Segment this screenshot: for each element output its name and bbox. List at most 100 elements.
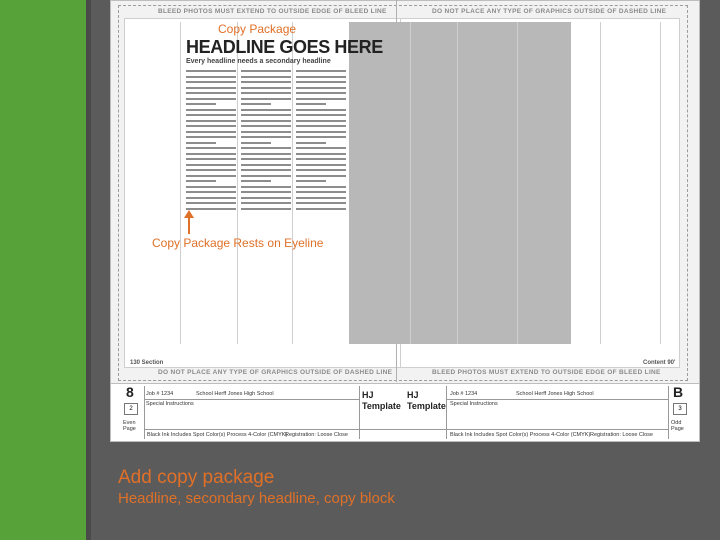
left-page-label: Even Page xyxy=(123,420,136,432)
arrow-shaft xyxy=(188,216,190,234)
copy-text-line xyxy=(241,174,291,177)
copy-text-line xyxy=(296,75,346,78)
copy-block-column xyxy=(296,70,346,212)
right-signature-letter: B xyxy=(673,384,684,400)
right-special-instructions: Special Instructions xyxy=(450,401,498,407)
copy-text-line xyxy=(186,185,236,188)
column-guide xyxy=(600,22,601,344)
copy-text-line xyxy=(296,103,326,105)
column-guide xyxy=(292,22,293,344)
left-school-name: School Herff Jones High School xyxy=(196,391,274,397)
copy-text-line xyxy=(296,119,346,122)
copy-text-line xyxy=(186,86,236,89)
copy-text-line xyxy=(296,163,346,166)
copy-text-line xyxy=(241,108,291,111)
copy-text-line xyxy=(186,70,236,72)
left-special-instructions: Special Instructions xyxy=(146,401,194,407)
copy-text-line xyxy=(241,196,291,199)
copy-text-line xyxy=(241,75,291,78)
copy-text-line xyxy=(241,103,271,105)
copy-text-line xyxy=(241,191,291,193)
column-guide xyxy=(457,22,458,344)
copy-text-line xyxy=(186,180,216,182)
right-job-number: Job # 1234 xyxy=(450,391,478,397)
copy-text-line xyxy=(186,92,236,94)
right-page-number-box: 3 xyxy=(673,403,687,415)
copy-text-line xyxy=(241,158,291,160)
copy-text-line xyxy=(241,163,291,166)
form-divider xyxy=(144,386,145,439)
column-guide xyxy=(237,22,238,344)
right-registration: Registration: Loose Close xyxy=(590,432,653,438)
left-template-title: HJ Template xyxy=(362,390,401,411)
footer-left-label: 130 Section xyxy=(130,360,164,366)
copy-text-line xyxy=(186,119,236,122)
left-signature-letter: 8 xyxy=(126,384,134,400)
copy-text-line xyxy=(241,207,291,210)
copy-text-line xyxy=(241,180,271,182)
copy-text-line xyxy=(296,125,346,127)
photo-placeholder xyxy=(349,22,571,344)
copy-text-line xyxy=(296,130,346,133)
copy-text-line xyxy=(186,136,236,138)
secondary-headline-placeholder: Every headline needs a secondary headlin… xyxy=(186,58,331,65)
copy-text-line xyxy=(186,174,236,177)
copy-text-line xyxy=(186,130,236,133)
column-guide xyxy=(180,22,181,344)
copy-text-line xyxy=(186,163,236,166)
copy-text-line xyxy=(296,180,326,182)
left-job-number: Job # 1234 xyxy=(146,391,174,397)
copy-text-line xyxy=(186,125,236,127)
copy-block-column xyxy=(186,70,236,212)
copy-text-line xyxy=(186,202,236,204)
form-divider xyxy=(446,399,668,400)
copy-package-label: Copy Package xyxy=(218,22,297,36)
right-print-options: Black Ink Includes Spot Color(s) Process… xyxy=(450,432,591,438)
headline-placeholder: HEADLINE GOES HERE xyxy=(186,37,383,57)
dashed-warning-bottom-left: DO NOT PLACE ANY TYPE OF GRAPHICS OUTSID… xyxy=(158,369,393,376)
copy-text-line xyxy=(296,114,346,116)
bleed-warning-bottom-right: BLEED PHOTOS MUST EXTEND TO OUTSIDE EDGE… xyxy=(432,369,661,376)
copy-text-line xyxy=(241,202,291,204)
copy-text-line xyxy=(296,147,346,149)
copy-text-line xyxy=(241,136,291,138)
form-divider xyxy=(144,399,359,400)
copy-text-line xyxy=(241,130,291,133)
copy-text-line xyxy=(296,185,346,188)
column-guide xyxy=(410,22,411,344)
bleed-warning-top-left: BLEED PHOTOS MUST EXTEND TO OUTSIDE EDGE… xyxy=(158,8,387,15)
copy-text-line xyxy=(296,136,346,138)
copy-block-column xyxy=(241,70,291,212)
copy-text-line xyxy=(186,147,236,149)
copy-text-line xyxy=(296,158,346,160)
copy-text-line xyxy=(241,97,291,100)
right-school-name: School Herff Jones High School xyxy=(516,391,594,397)
copy-text-line xyxy=(296,86,346,89)
copy-text-line xyxy=(186,97,236,100)
copy-text-line xyxy=(296,141,326,144)
copy-text-line xyxy=(186,152,236,155)
copy-text-line xyxy=(186,191,236,193)
dashed-warning-top-right: DO NOT PLACE ANY TYPE OF GRAPHICS OUTSID… xyxy=(432,8,667,15)
copy-text-line xyxy=(241,114,291,116)
slide-caption-title: Add copy package xyxy=(118,467,275,488)
copy-text-line xyxy=(186,169,236,171)
copy-text-line xyxy=(296,70,346,72)
column-guide xyxy=(517,22,518,344)
copy-text-line xyxy=(241,125,291,127)
copy-text-line xyxy=(241,152,291,155)
copy-text-line xyxy=(186,108,236,111)
copy-text-line xyxy=(296,174,346,177)
form-divider xyxy=(144,429,668,430)
left-registration: Registration: Loose Close xyxy=(285,432,348,438)
copy-text-line xyxy=(296,108,346,111)
left-page-number-box: 2 xyxy=(124,403,138,415)
right-page-label: Odd Page xyxy=(671,420,684,432)
copy-text-line xyxy=(186,158,236,160)
copy-text-line xyxy=(296,97,346,100)
copy-text-line xyxy=(186,196,236,199)
copy-text-line xyxy=(296,169,346,171)
footer-right-label: Content 90' xyxy=(643,360,676,366)
copy-text-line xyxy=(296,196,346,199)
copy-text-line xyxy=(186,81,236,83)
